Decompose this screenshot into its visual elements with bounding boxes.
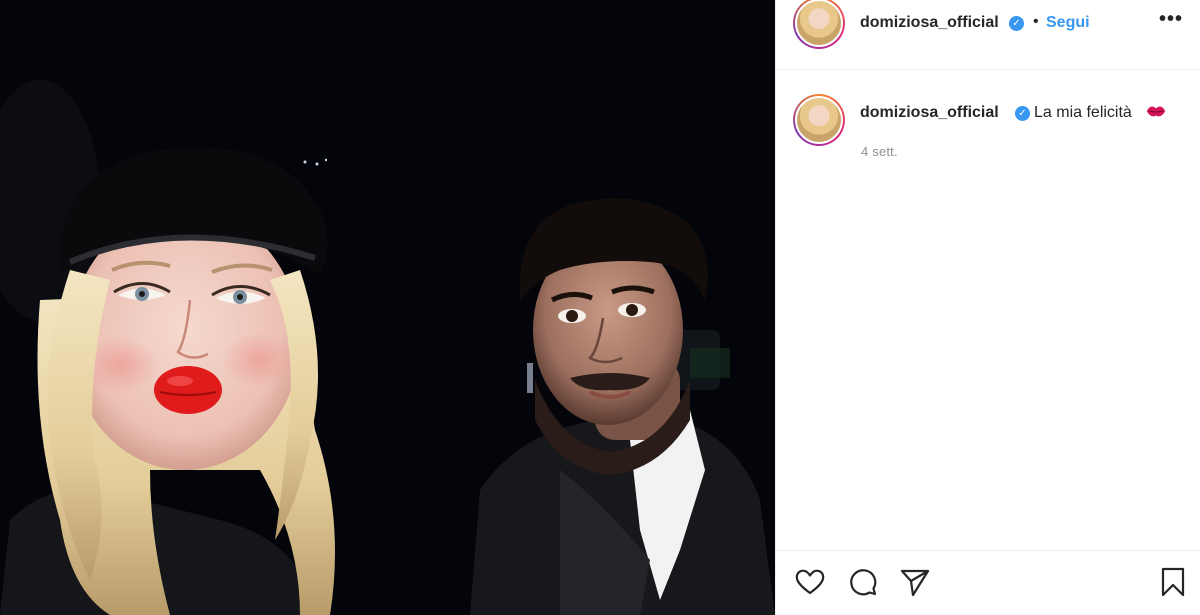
kiss-mark-icon bbox=[1146, 106, 1166, 117]
share-button[interactable] bbox=[898, 565, 932, 599]
verified-badge-icon: ✓ bbox=[1015, 106, 1030, 121]
caption-avatar[interactable] bbox=[793, 94, 845, 146]
separator-dot: • bbox=[1033, 13, 1039, 30]
verified-badge-icon: ✓ bbox=[1009, 16, 1024, 31]
comment-button[interactable] bbox=[846, 565, 880, 599]
caption-text: La mia felicità bbox=[1034, 104, 1132, 121]
heart-icon bbox=[795, 569, 825, 595]
post-timestamp[interactable]: 4 sett. bbox=[861, 144, 898, 159]
header-username[interactable]: domiziosa_official bbox=[860, 14, 999, 32]
post-header: domiziosa_official ✓ • Segui ••• bbox=[776, 0, 1200, 70]
instagram-post: domiziosa_official ✓ • Segui ••• domizio… bbox=[0, 0, 1200, 615]
save-button[interactable] bbox=[1156, 565, 1190, 599]
comment-icon bbox=[850, 569, 877, 596]
avatar-image bbox=[795, 96, 843, 144]
bookmark-icon bbox=[1161, 567, 1185, 597]
like-button[interactable] bbox=[793, 565, 827, 599]
avatar-image bbox=[795, 0, 843, 47]
action-bar bbox=[776, 550, 1200, 615]
more-options-icon[interactable]: ••• bbox=[1156, 8, 1186, 32]
paper-plane-icon bbox=[900, 569, 930, 597]
avatar[interactable] bbox=[793, 0, 845, 49]
post-side-panel: domiziosa_official ✓ • Segui ••• domizio… bbox=[775, 0, 1200, 615]
follow-button[interactable]: Segui bbox=[1046, 14, 1090, 32]
post-photo[interactable] bbox=[0, 0, 775, 615]
caption-username[interactable]: domiziosa_official bbox=[860, 104, 999, 122]
selfie-illustration bbox=[0, 0, 775, 615]
